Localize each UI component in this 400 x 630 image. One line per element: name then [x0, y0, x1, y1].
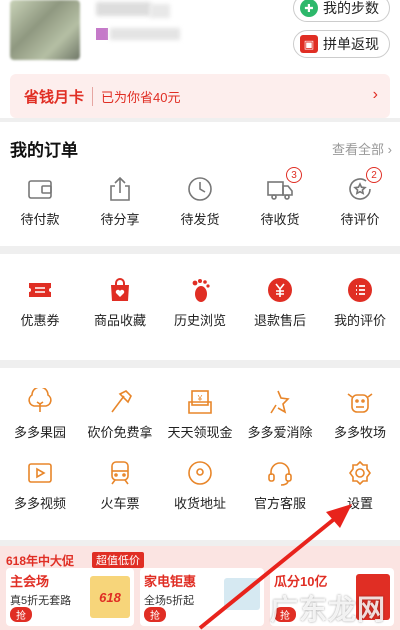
annotation-arrow-icon — [198, 504, 352, 630]
